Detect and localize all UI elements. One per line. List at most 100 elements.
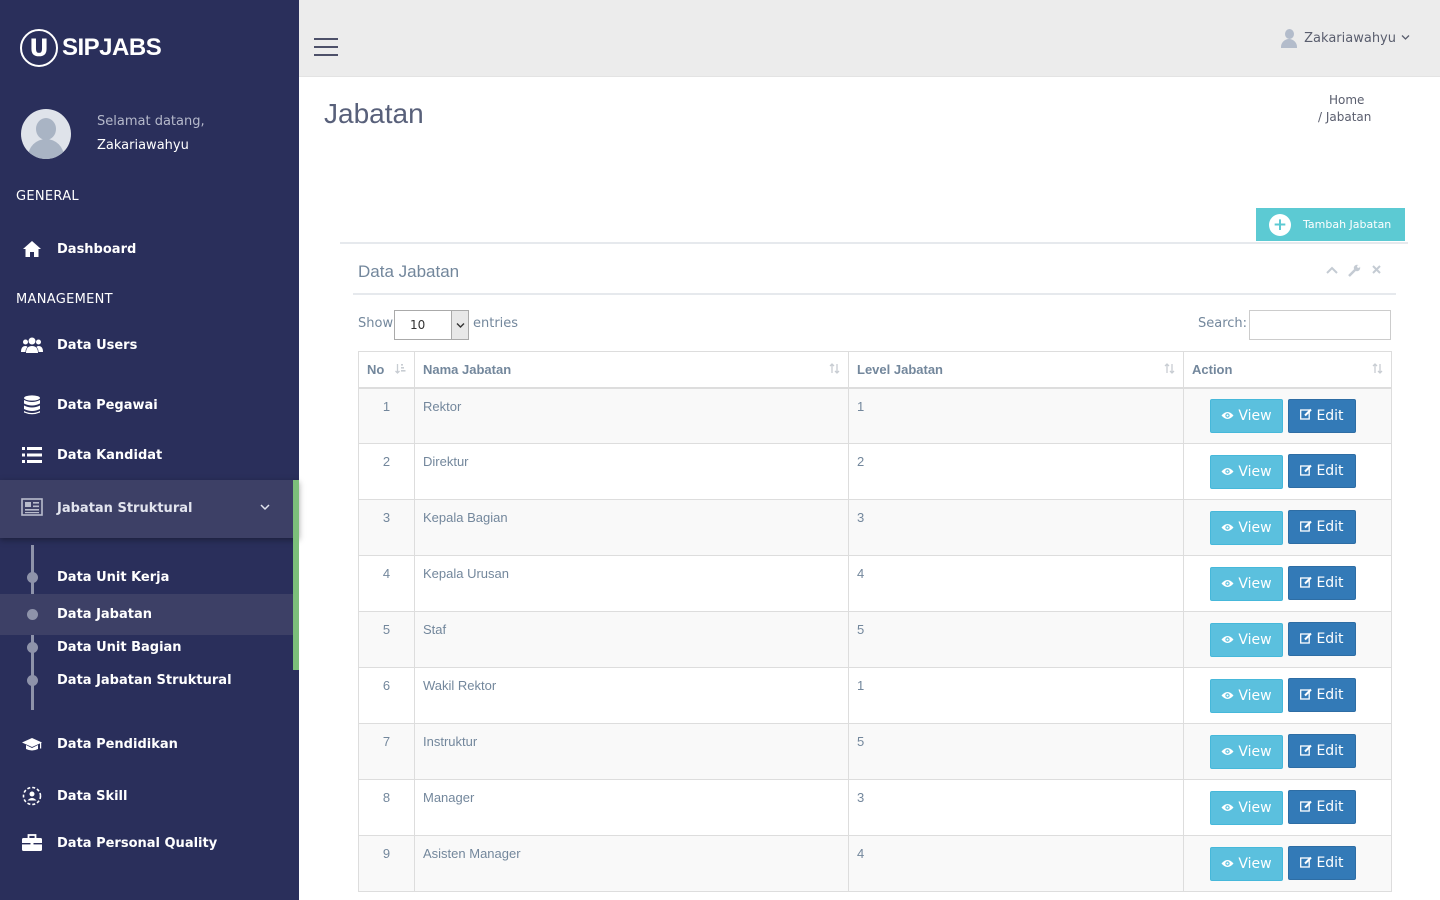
cell-nama-jabatan: Kepala Urusan <box>414 555 849 612</box>
cell-no: 9 <box>358 835 415 892</box>
cell-action: View Edit <box>1183 387 1392 444</box>
bullet-icon <box>27 674 38 686</box>
view-button[interactable]: View <box>1210 566 1283 601</box>
edit-button[interactable]: Edit <box>1288 678 1356 712</box>
sort-asc-icon <box>395 363 406 377</box>
submenu-item-unit-kerja[interactable]: Data Unit Kerja <box>0 560 293 594</box>
edit-icon <box>1300 800 1313 815</box>
chevron-down-icon <box>451 311 468 339</box>
collapse-icon[interactable] <box>1326 264 1338 281</box>
edit-button[interactable]: Edit <box>1288 790 1356 824</box>
bullet-icon <box>27 609 38 620</box>
breadcrumb-home[interactable]: Home <box>1318 92 1371 109</box>
submenu-item-label: Data Jabatan Struktural <box>57 672 232 688</box>
users-icon <box>21 334 43 356</box>
edit-button-label: Edit <box>1316 463 1344 479</box>
column-header-level[interactable]: Level Jabatan <box>848 351 1184 389</box>
view-button-label: View <box>1238 799 1272 816</box>
avatar <box>21 109 71 159</box>
cell-level-jabatan: 3 <box>848 779 1184 836</box>
sidebar-item-pendidikan[interactable]: Data Pendidikan <box>0 724 299 764</box>
view-button[interactable]: View <box>1210 678 1283 713</box>
edit-icon <box>1300 632 1313 647</box>
cell-action: View Edit <box>1183 443 1392 500</box>
eye-icon <box>1221 465 1234 479</box>
view-button[interactable]: View <box>1210 399 1283 433</box>
view-button[interactable]: View <box>1210 510 1283 545</box>
welcome-text: Selamat datang, <box>97 114 205 129</box>
edit-button-label: Edit <box>1316 575 1344 591</box>
briefcase-icon <box>21 832 43 854</box>
menu-toggle-icon[interactable] <box>314 38 338 58</box>
cell-action: View Edit <box>1183 723 1392 780</box>
view-button-label: View <box>1238 687 1272 704</box>
sidebar-item-label: Data Users <box>57 337 138 353</box>
submenu-item-jabatan-struktural[interactable]: Data Jabatan Struktural <box>0 663 293 697</box>
view-button[interactable]: View <box>1210 734 1283 769</box>
sidebar-item-dashboard[interactable]: Dashboard <box>0 229 299 269</box>
top-navbar: Zakariawahyu <box>299 0 1440 77</box>
view-button-label: View <box>1238 855 1272 872</box>
edit-button[interactable]: Edit <box>1288 622 1356 656</box>
cell-nama-jabatan: Manager <box>414 779 849 836</box>
column-header-action[interactable]: Action <box>1183 351 1392 389</box>
sidebar-item-label: Data Personal Quality <box>57 835 218 851</box>
user-icon <box>1281 28 1298 48</box>
view-button-label: View <box>1238 463 1272 480</box>
edit-button[interactable]: Edit <box>1288 454 1356 488</box>
cell-action: View Edit <box>1183 499 1392 556</box>
bullet-icon <box>27 571 38 583</box>
wrench-icon[interactable] <box>1348 264 1361 281</box>
edit-button[interactable]: Edit <box>1288 846 1356 880</box>
cell-level-jabatan: 5 <box>848 611 1184 668</box>
entries-select[interactable]: 10 <box>394 310 469 340</box>
view-button[interactable]: View <box>1210 622 1283 657</box>
edit-icon <box>1300 744 1313 759</box>
sidebar-item-pegawai[interactable]: Data Pegawai <box>0 385 299 425</box>
search-input[interactable] <box>1249 310 1391 340</box>
chevron-down-icon <box>1401 33 1410 44</box>
view-button[interactable]: View <box>1210 790 1283 825</box>
user-dropdown[interactable]: Zakariawahyu <box>1281 28 1410 48</box>
table-row: 9 Asisten Manager 4 View Edit <box>358 835 1392 892</box>
add-jabatan-button[interactable]: + Tambah Jabatan <box>1256 208 1405 241</box>
cell-nama-jabatan: Asisten Manager <box>414 835 849 892</box>
page-title: Jabatan <box>324 98 424 129</box>
cell-level-jabatan: 1 <box>848 667 1184 724</box>
cell-no: 4 <box>358 555 415 612</box>
table-row: 4 Kepala Urusan 4 View Edit <box>358 555 1392 612</box>
sidebar: U SIPJABS Selamat datang, Zakariawahyu G… <box>0 0 299 900</box>
sidebar-item-jabatan-struktural[interactable]: Jabatan Struktural <box>0 480 299 538</box>
column-header-label: Level Jabatan <box>857 361 943 377</box>
plus-circle-icon: + <box>1269 213 1291 236</box>
edit-button[interactable]: Edit <box>1288 734 1356 768</box>
edit-button-label: Edit <box>1316 519 1344 535</box>
eye-icon <box>1221 801 1234 815</box>
edit-button[interactable]: Edit <box>1288 566 1356 600</box>
column-header-no[interactable]: No <box>358 351 415 389</box>
table-row: 5 Staf 5 View Edit <box>358 611 1392 668</box>
close-icon[interactable] <box>1371 264 1382 281</box>
view-button-label: View <box>1238 519 1272 536</box>
sidebar-item-users[interactable]: Data Users <box>0 325 299 365</box>
cell-action: View Edit <box>1183 611 1392 668</box>
submenu-item-jabatan[interactable]: Data Jabatan <box>0 594 293 635</box>
eye-icon <box>1221 633 1234 647</box>
view-button[interactable]: View <box>1210 454 1283 489</box>
chevron-down-icon <box>260 500 270 514</box>
profile: Selamat datang, Zakariawahyu <box>21 109 205 159</box>
sidebar-item-kandidat[interactable]: Data Kandidat <box>0 435 299 475</box>
sidebar-item-label: Dashboard <box>57 241 137 257</box>
table-row: 8 Manager 3 View Edit <box>358 779 1392 836</box>
edit-button[interactable]: Edit <box>1288 510 1356 544</box>
sidebar-item-skill[interactable]: Data Skill <box>0 776 299 816</box>
edit-button-label: Edit <box>1316 687 1344 703</box>
submenu-item-unit-bagian[interactable]: Data Unit Bagian <box>0 630 293 664</box>
show-label: Show <box>358 316 394 331</box>
brand[interactable]: U SIPJABS <box>20 28 162 68</box>
view-button[interactable]: View <box>1210 846 1283 881</box>
edit-button[interactable]: Edit <box>1288 398 1356 433</box>
column-header-nama[interactable]: Nama Jabatan <box>414 351 849 389</box>
sidebar-item-personal-quality[interactable]: Data Personal Quality <box>0 823 299 863</box>
edit-button-label: Edit <box>1316 855 1344 871</box>
